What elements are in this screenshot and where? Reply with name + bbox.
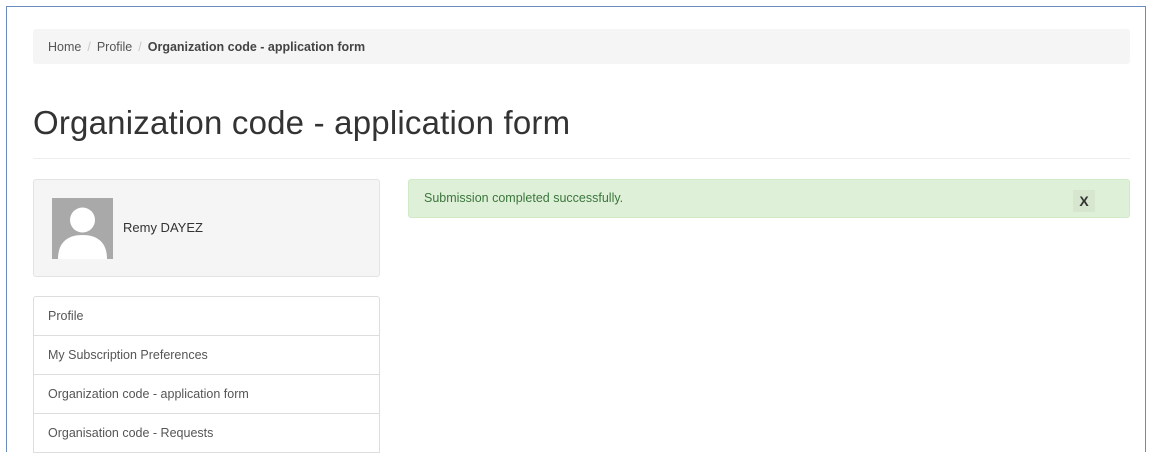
breadcrumb-separator: /	[87, 39, 91, 54]
nav-item-organisation-code-requests[interactable]: Organisation code - Requests	[33, 413, 380, 453]
breadcrumb-profile-link[interactable]: Profile	[97, 40, 132, 54]
alert-close-button[interactable]: X	[1073, 190, 1095, 212]
profile-card: Remy DAYEZ	[33, 179, 380, 277]
nav-item-profile[interactable]: Profile	[33, 296, 380, 336]
breadcrumb-home-link[interactable]: Home	[48, 40, 81, 54]
profile-nav-list: Profile My Subscription Preferences Orga…	[33, 296, 380, 453]
nav-item-subscription-preferences[interactable]: My Subscription Preferences	[33, 335, 380, 375]
profile-name: Remy DAYEZ	[123, 220, 203, 235]
default-user-avatar-icon	[52, 198, 113, 259]
nav-item-organization-code-application-form[interactable]: Organization code - application form	[33, 374, 380, 414]
breadcrumb-current: Organization code - application form	[147, 39, 366, 54]
breadcrumb-separator: /	[138, 39, 142, 54]
alert-message: Submission completed successfully.	[424, 191, 624, 205]
title-divider	[33, 158, 1130, 159]
breadcrumb: Home / Profile / Organization code - app…	[33, 29, 1130, 64]
page-title: Organization code - application form	[33, 104, 571, 141]
success-alert: Submission completed successfully. X	[408, 179, 1130, 218]
